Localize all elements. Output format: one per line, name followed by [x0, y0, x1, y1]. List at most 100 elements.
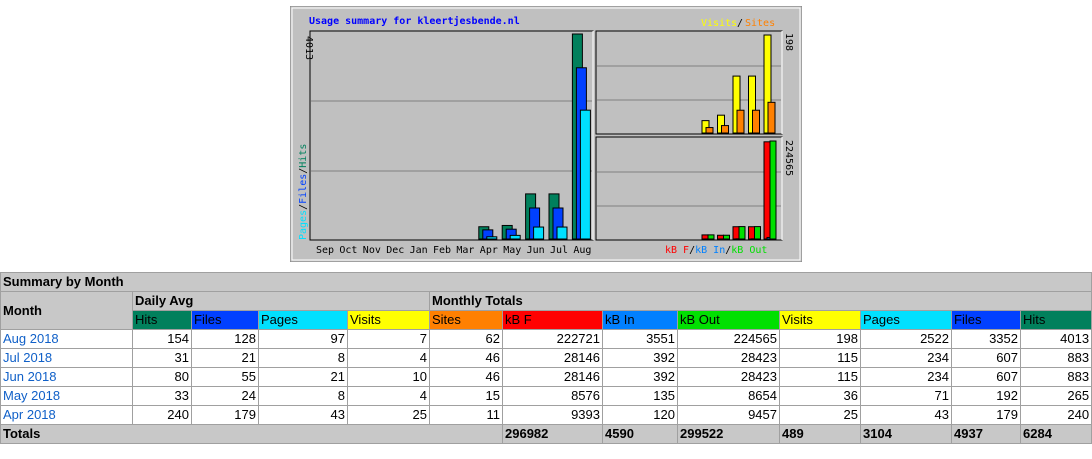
row-cell: 28423 — [677, 367, 780, 387]
col-hits-total: Hits — [1019, 310, 1092, 330]
legend-sites: Sites — [745, 18, 775, 29]
bar-pages — [579, 109, 591, 240]
total-visits: 489 — [779, 424, 861, 444]
month-link[interactable]: Aug 2018 — [3, 331, 59, 346]
row-cell: 9393 — [502, 405, 603, 425]
table-row: Jun 2018 80 55 21 10 46 28146 392 28423 115 234 607… — [0, 367, 1092, 387]
bar-kb-out — [769, 140, 777, 240]
bar-kb-out — [707, 234, 715, 240]
row-cell: 120 — [602, 405, 678, 425]
bar-sites — [705, 127, 714, 134]
monthly-totals-header: Monthly Totals — [428, 291, 1092, 311]
legend-slash-1: / — [737, 18, 743, 29]
bar-sites — [736, 109, 745, 134]
row-cell: 71 — [860, 386, 952, 406]
bar-kb-f — [732, 226, 740, 240]
month-link[interactable]: Jul 2018 — [3, 350, 52, 365]
row-cell: 33 — [132, 386, 192, 406]
row-cell: 43 — [258, 405, 348, 425]
bar-kb-out — [738, 226, 746, 240]
row-cell: 8 — [258, 386, 348, 406]
row-cell: 8 — [258, 348, 348, 368]
month-tick-label: Mar — [456, 245, 474, 256]
row-cell: 80 — [132, 367, 192, 387]
table-caption: Summary by Month — [0, 272, 1092, 292]
legend-files: Files — [298, 174, 309, 204]
row-cell: 8576 — [502, 386, 603, 406]
row-month[interactable]: May 2018 — [0, 386, 133, 406]
row-cell: 8654 — [677, 386, 780, 406]
bar-kb-out — [754, 226, 761, 240]
row-month[interactable]: Aug 2018 — [0, 329, 133, 349]
table-row: Jul 2018 31 21 8 4 46 28146 392 28423 115 234 607 88… — [0, 348, 1092, 368]
row-cell: 179 — [191, 405, 259, 425]
month-link[interactable]: Apr 2018 — [3, 407, 56, 422]
row-cell: 25 — [347, 405, 430, 425]
month-link[interactable]: May 2018 — [3, 388, 60, 403]
row-cell: 3551 — [602, 329, 678, 349]
month-tick-label: Jul — [550, 245, 568, 256]
svg-text:Pages/Files/Hits: Pages/Files/Hits — [298, 144, 309, 240]
col-kbout: kB Out — [677, 310, 780, 330]
graph-title: Usage summary for kleertjesbende.nl — [309, 15, 520, 27]
col-kbin: kB In — [602, 310, 678, 330]
row-cell: 198 — [779, 329, 861, 349]
legend-kbin: kB In — [695, 245, 725, 256]
row-cell: 115 — [779, 367, 861, 387]
row-cell: 234 — [860, 348, 952, 368]
row-cell: 24 — [191, 386, 259, 406]
row-month[interactable]: Jun 2018 — [0, 367, 133, 387]
bar-pages — [556, 226, 568, 240]
bar-sites — [721, 125, 729, 134]
row-cell: 97 — [258, 329, 348, 349]
month-tick-label: Aug — [573, 245, 591, 256]
top-right-ymax-label: 198 — [783, 33, 794, 51]
row-cell: 234 — [860, 367, 952, 387]
month-tick-label: Nov — [363, 245, 381, 256]
row-cell: 10 — [347, 367, 430, 387]
row-cell: 135 — [602, 386, 678, 406]
row-cell: 224565 — [677, 329, 780, 349]
row-cell: 21 — [191, 348, 259, 368]
col-pages-avg: Pages — [258, 310, 348, 330]
svg-text:kB F/kB In/kB Out: kB F/kB In/kB Out — [665, 245, 767, 256]
row-month[interactable]: Apr 2018 — [0, 405, 133, 425]
row-cell: 15 — [429, 386, 503, 406]
row-cell: 240 — [132, 405, 192, 425]
bar-pages — [533, 226, 545, 240]
row-cell: 62 — [429, 329, 503, 349]
col-files-total: Files — [951, 310, 1021, 330]
col-files-avg: Files — [191, 310, 259, 330]
bar-pages — [486, 236, 498, 240]
row-cell: 28146 — [502, 367, 603, 387]
total-files: 4937 — [951, 424, 1021, 444]
row-cell: 43 — [860, 405, 952, 425]
legend-pages: Pages — [298, 210, 309, 240]
totals-label: Totals — [0, 424, 503, 444]
row-cell: 607 — [951, 367, 1021, 387]
row-cell: 9457 — [677, 405, 780, 425]
row-cell: 392 — [602, 348, 678, 368]
bar-sites — [767, 101, 776, 134]
col-pages-total: Pages — [860, 310, 952, 330]
row-cell: 240 — [1019, 405, 1092, 425]
row-cell: 115 — [779, 348, 861, 368]
row-cell: 607 — [951, 348, 1021, 368]
month-link[interactable]: Jun 2018 — [3, 369, 57, 384]
row-cell: 28423 — [677, 348, 780, 368]
row-cell: 154 — [132, 329, 192, 349]
legend-kbf: kB F — [665, 245, 689, 256]
month-tick-label: Dec — [386, 245, 404, 256]
total-pages: 3104 — [860, 424, 952, 444]
total-kbout: 299522 — [677, 424, 780, 444]
legend-hits: Hits — [298, 144, 309, 168]
col-kbf: kB F — [502, 310, 603, 330]
table-row: Apr 2018 240 179 43 25 11 9393 120 9457 25 43 179 24… — [0, 405, 1092, 425]
row-month[interactable]: Jul 2018 — [0, 348, 133, 368]
usage-graph: Usage summary for kleertjesbende.nl Visi… — [290, 6, 802, 262]
col-visits-total: Visits — [779, 310, 861, 330]
row-cell: 222721 — [502, 329, 603, 349]
table-row: May 2018 33 24 8 4 15 8576 135 8654 36 71 192 265 — [0, 386, 1092, 406]
row-cell: 4 — [347, 386, 430, 406]
row-cell: 7 — [347, 329, 430, 349]
